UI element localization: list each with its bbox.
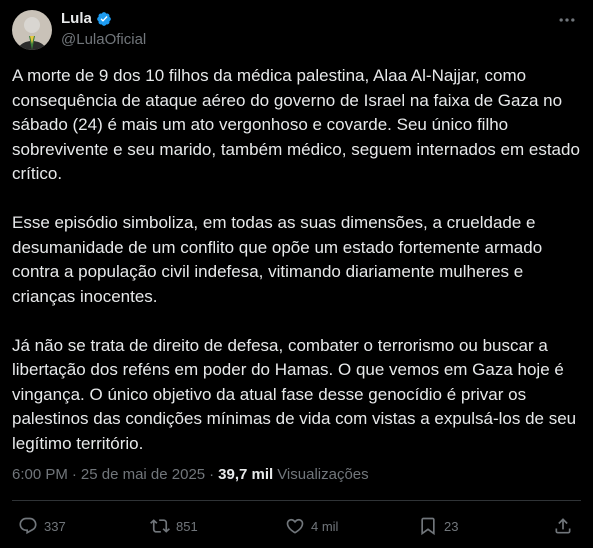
- share-icon: [555, 518, 571, 534]
- post-paragraph: A morte de 9 dos 10 filhos da médica pal…: [12, 66, 585, 183]
- bookmark-button[interactable]: 23: [418, 510, 458, 542]
- reply-count: 337: [44, 518, 66, 534]
- post-card: Lula @LulaOficial A morte de 9 dos 10 fi…: [0, 0, 593, 548]
- heart-icon: [286, 518, 304, 534]
- author-name-text: Lula: [61, 10, 92, 27]
- more-options-icon[interactable]: [555, 8, 579, 32]
- reply-button[interactable]: 337: [18, 510, 66, 542]
- views-count[interactable]: 39,7 mil: [218, 466, 273, 483]
- post-paragraph: Esse episódio simboliza, em todas as sua…: [12, 213, 547, 306]
- bookmark-icon: [421, 517, 435, 536]
- repost-icon: [150, 519, 170, 533]
- repost-button[interactable]: 851: [150, 510, 198, 542]
- meta-separator: ·: [209, 466, 215, 483]
- post-text: A morte de 9 dos 10 filhos da médica pal…: [12, 64, 582, 456]
- reply-icon: [19, 517, 37, 535]
- views-label: Visualizações: [277, 466, 369, 483]
- post-time[interactable]: 6:00 PM: [12, 466, 68, 483]
- share-button[interactable]: [553, 510, 573, 542]
- post-paragraph: Já não se trata de direito de defesa, co…: [12, 335, 581, 453]
- post-metadata: 6:00 PM · 25 de mai de 2025 · 39,7 mil V…: [12, 466, 369, 483]
- bookmark-count: 23: [444, 518, 459, 534]
- divider: [12, 500, 581, 501]
- post-date[interactable]: 25 de mai de 2025: [81, 466, 205, 483]
- verified-badge-icon: [96, 11, 112, 27]
- avatar[interactable]: [12, 10, 52, 50]
- author-handle[interactable]: @LulaOficial: [61, 31, 146, 48]
- author-name[interactable]: Lula: [61, 10, 112, 27]
- action-bar: 337 851 4 mil 23: [0, 510, 593, 542]
- like-count: 4 mil: [311, 518, 339, 534]
- meta-separator: ·: [71, 466, 77, 483]
- repost-count: 851: [176, 518, 198, 534]
- avatar-image: [12, 10, 52, 50]
- like-button[interactable]: 4 mil: [285, 510, 338, 542]
